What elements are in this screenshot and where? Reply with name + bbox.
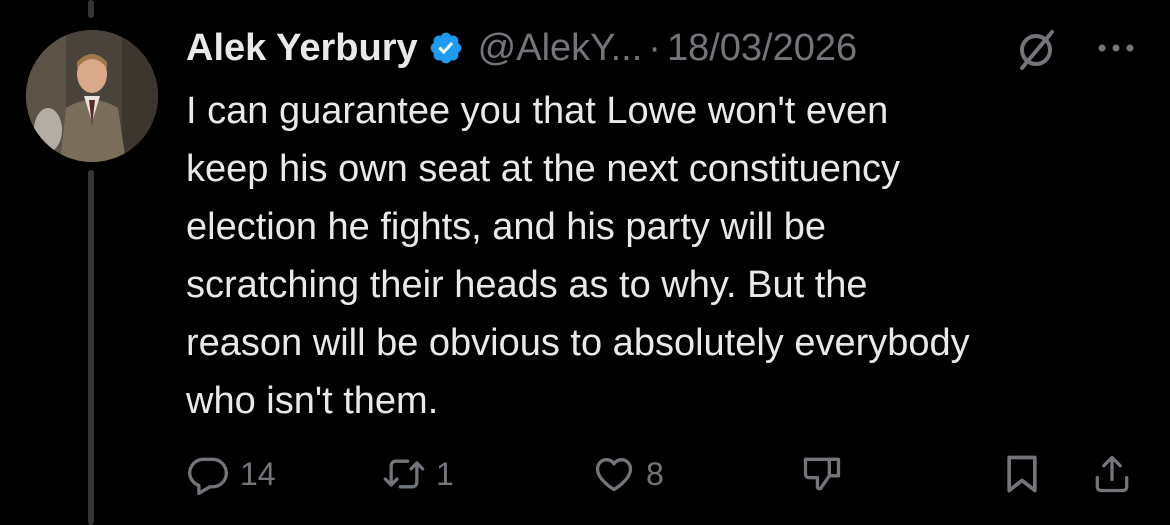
tweet-date[interactable]: 18/03/2026 — [667, 27, 857, 70]
repost-count: 1 — [436, 455, 454, 492]
tweet-text-line: keep his own seat at the next constituen… — [186, 148, 900, 190]
avatar-photo — [26, 30, 158, 162]
author-display-name[interactable]: Alek Yerbury — [186, 27, 418, 70]
bookmark-icon — [1007, 455, 1037, 493]
tweet-text-line: I can guarantee you that Lowe won't even — [186, 90, 889, 132]
like-button[interactable]: 8 — [592, 449, 664, 499]
tweet-text-line: who isn't them. — [186, 380, 439, 422]
reply-icon — [188, 457, 228, 496]
verified-badge-icon — [430, 32, 462, 64]
heart-icon — [595, 458, 633, 492]
avatar[interactable] — [26, 30, 158, 162]
thumbs-down-icon — [803, 457, 841, 491]
more-options-icon[interactable] — [1094, 40, 1138, 56]
tweet-text-line: election he fights, and his party will b… — [186, 206, 827, 248]
share-button[interactable] — [1090, 449, 1134, 499]
bookmark-button[interactable] — [1000, 449, 1044, 499]
reply-button[interactable]: 14 — [186, 449, 276, 499]
reply-count: 14 — [240, 455, 276, 492]
tweet-text-line: reason will be obvious to absolutely eve… — [186, 322, 970, 364]
author-handle[interactable]: @AlekY... — [478, 27, 643, 70]
dislike-button[interactable] — [800, 449, 844, 499]
tweet-text-line: scratching their heads as to why. But th… — [186, 264, 868, 306]
grok-icon[interactable] — [1014, 28, 1058, 72]
tweet-header: Alek Yerbury @AlekY... · 18/03/2026 — [186, 24, 857, 72]
thread-line-bottom — [88, 170, 94, 525]
share-icon — [1095, 455, 1129, 493]
repost-icon — [383, 459, 425, 489]
separator-dot: · — [648, 26, 661, 69]
thread-line-top — [88, 0, 94, 18]
like-count: 8 — [646, 455, 664, 492]
tweet-text: I can guarantee you that Lowe won't even… — [186, 82, 1146, 430]
action-bar: 14 1 8 — [186, 449, 1146, 499]
repost-button[interactable]: 1 — [382, 449, 454, 499]
